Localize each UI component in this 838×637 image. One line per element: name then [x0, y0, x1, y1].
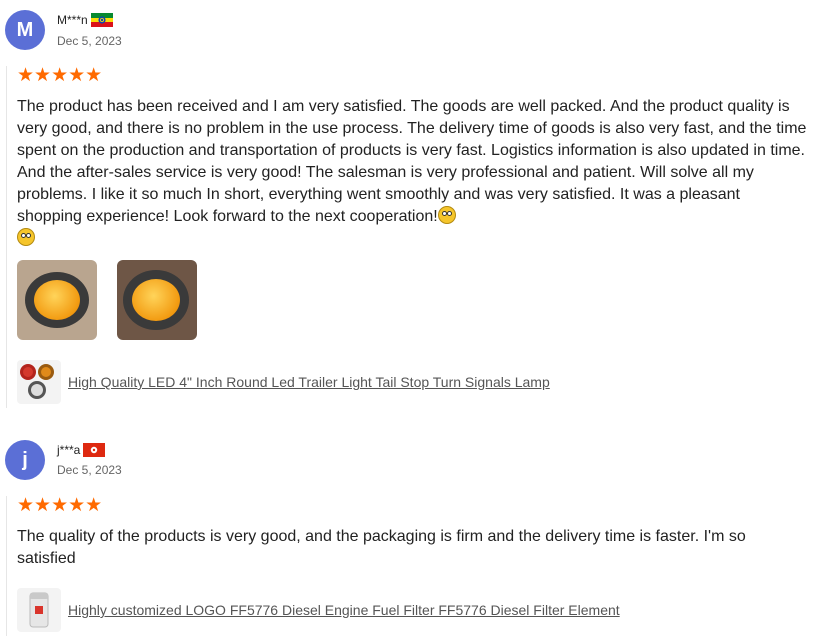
review-photo[interactable]	[17, 260, 97, 340]
avatar: j	[5, 440, 45, 480]
review-photos	[17, 260, 817, 340]
review-body: ★★★★★ The product has been received and …	[6, 66, 817, 408]
product-link[interactable]: High Quality LED 4" Inch Round Led Trail…	[68, 374, 550, 390]
product-link[interactable]: Highly customized LOGO FF5776 Diesel Eng…	[68, 602, 620, 618]
avatar-letter: M	[16, 18, 34, 41]
hong-kong-flag-icon	[83, 443, 106, 457]
star-rating: ★★★★★	[17, 495, 103, 516]
reviewer-name: M***n	[57, 13, 88, 27]
reviewer-name-row: M***n	[57, 13, 113, 27]
lamp-image	[123, 270, 189, 330]
review-body: ★★★★★ The quality of the products is ver…	[6, 496, 817, 636]
review-text: The product has been received and I am v…	[17, 96, 807, 250]
reviewer-name: j***a	[57, 443, 81, 457]
astonished-emoji-icon	[17, 228, 35, 246]
avatar-letter: j	[22, 448, 28, 471]
reviewer-name-row: j***a	[57, 443, 106, 457]
review-date: Dec 5, 2023	[57, 463, 122, 477]
star-rating: ★★★★★	[17, 65, 103, 86]
product-thumbnail[interactable]	[17, 588, 61, 632]
review-date: Dec 5, 2023	[57, 34, 122, 48]
ethiopia-flag-icon	[90, 13, 113, 27]
astonished-emoji-icon	[437, 206, 456, 224]
product-row: Highly customized LOGO FF5776 Diesel Eng…	[17, 588, 817, 632]
avatar: M	[5, 10, 45, 50]
review-text-content: The product has been received and I am v…	[17, 98, 807, 225]
product-thumbnail[interactable]	[17, 360, 61, 404]
review-photo[interactable]	[117, 260, 197, 340]
product-row: High Quality LED 4" Inch Round Led Trail…	[17, 360, 817, 404]
lamp-image	[25, 272, 89, 328]
review-text: The quality of the products is very good…	[17, 528, 746, 567]
